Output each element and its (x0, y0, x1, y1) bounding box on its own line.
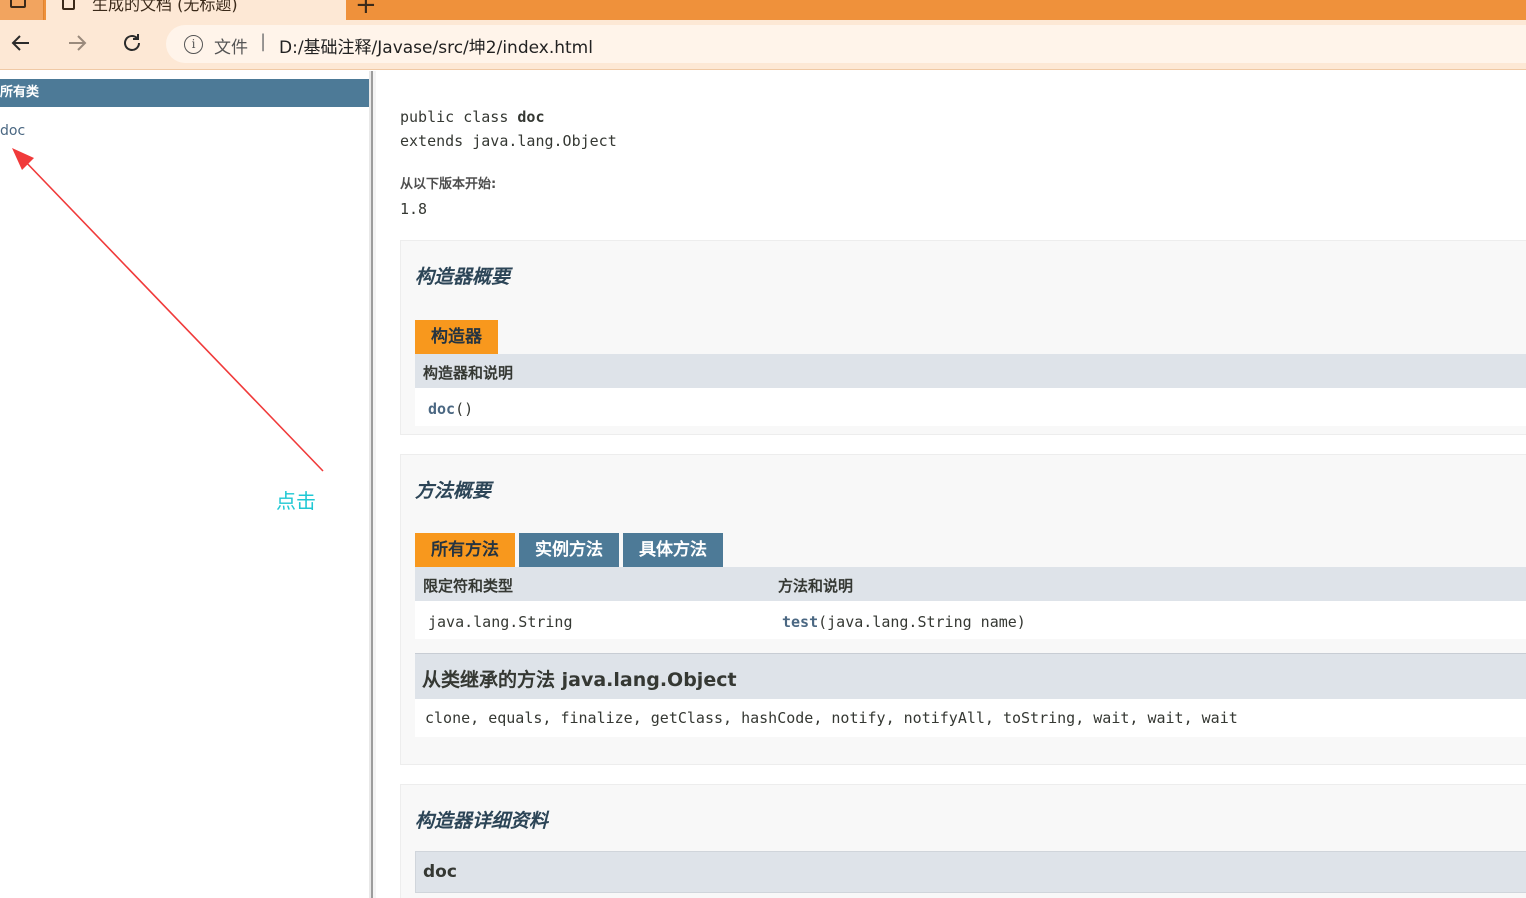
back-button[interactable] (6, 28, 36, 58)
method-link-test[interactable]: test (782, 613, 818, 631)
address-url[interactable]: D:/基础注释/Javase/src/坤2/index.html (279, 33, 593, 58)
method-return-type: java.lang.String (428, 613, 573, 631)
signature-prefix: public class (400, 108, 518, 126)
browser-toolbar: i 文件 | D:/基础注释/Javase/src/坤2/index.html (0, 20, 1526, 70)
address-bar[interactable]: i 文件 | D:/基础注释/Javase/src/坤2/index.html (166, 25, 1526, 63)
constructor-detail-name: doc (423, 862, 457, 882)
address-scheme-label: 文件 (214, 38, 248, 58)
document-icon (62, 0, 75, 10)
since-value: 1.8 (400, 200, 428, 218)
tab-actions-icon (10, 0, 26, 8)
address-separator: | (260, 31, 267, 52)
constructor-params: () (455, 400, 474, 418)
class-name: doc (517, 108, 545, 126)
frame-divider[interactable] (369, 71, 376, 898)
method-summary-title: 方法概要 (415, 480, 492, 502)
browser-tab[interactable]: 生成的文档 (无标题) (46, 0, 346, 20)
modifier-type-column-label: 限定符和类型 (423, 577, 514, 595)
tab-instance-methods[interactable]: 实例方法 (519, 533, 619, 567)
constructor-column-header: 构造器和说明 (415, 354, 1526, 388)
forward-arrow-icon (69, 35, 87, 51)
tab-actions-button[interactable] (0, 0, 44, 20)
since-label: 从以下版本开始: (400, 177, 497, 192)
constructor-detail-section: 构造器详细资料 doc (400, 784, 1526, 898)
constructor-summary-title: 构造器概要 (415, 266, 511, 288)
all-classes-frame: 所有类 doc 点击 (0, 71, 369, 898)
constructor-detail-header: doc (415, 851, 1526, 893)
constructor-link-doc[interactable]: doc (428, 400, 455, 418)
new-tab-button[interactable]: + (355, 0, 377, 20)
constructor-detail-title: 构造器详细资料 (415, 810, 549, 832)
inherited-methods-text[interactable]: clone, equals, finalize, getClass, hashC… (425, 709, 1238, 727)
method-column-header: 限定符和类型 方法和说明 (415, 567, 1526, 601)
inherited-methods-title: 从类继承的方法 java.lang.Object (422, 669, 737, 691)
constructor-column-label: 构造器和说明 (423, 364, 514, 382)
tab-title: 生成的文档 (无标题) (92, 0, 238, 14)
inherited-methods-list: clone, equals, finalize, getClass, hashC… (415, 699, 1526, 737)
back-arrow-icon (11, 35, 29, 51)
forward-button[interactable] (62, 28, 92, 58)
tab-concrete-methods[interactable]: 具体方法 (623, 533, 723, 567)
table-row: java.lang.String test(java.lang.String n… (415, 601, 1526, 639)
extends-line: extends java.lang.Object (400, 132, 617, 150)
method-summary-section: 方法概要 所有方法 实例方法 具体方法 限定符和类型 方法和说明 java.la… (400, 454, 1526, 765)
table-row: doc() (415, 388, 1526, 426)
tab-all-methods[interactable]: 所有方法 (415, 533, 515, 567)
reload-icon (124, 34, 140, 51)
inherited-methods-header: 从类继承的方法 java.lang.Object (415, 653, 1526, 699)
method-description-column-label: 方法和说明 (778, 577, 854, 595)
constructor-signature: doc() (428, 400, 473, 418)
class-content-frame: public class doc extends java.lang.Objec… (376, 71, 1526, 898)
constructor-summary-section: 构造器概要 构造器 构造器和说明 doc() (400, 240, 1526, 435)
class-signature: public class doc (400, 108, 545, 126)
annotation-click-label: 点击 (276, 489, 316, 513)
info-icon[interactable]: i (184, 35, 203, 54)
method-signature: test(java.lang.String name) (782, 613, 1026, 631)
method-params: (java.lang.String name) (818, 613, 1026, 631)
browser-tabstrip: 生成的文档 (无标题) + (0, 0, 1526, 20)
reload-button[interactable] (117, 28, 147, 58)
tab-constructors[interactable]: 构造器 (415, 320, 498, 354)
